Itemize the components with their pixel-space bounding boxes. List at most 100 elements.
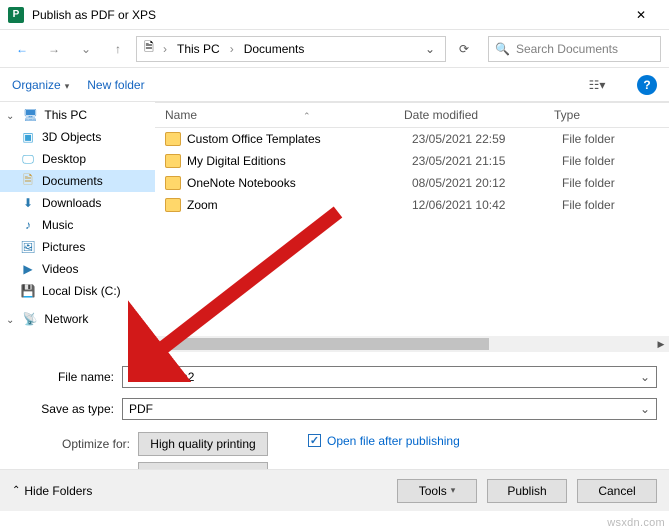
- open-after-checkbox[interactable]: ✓: [308, 434, 321, 447]
- organize-label: Organize: [12, 78, 61, 92]
- network-icon: 📡: [22, 311, 38, 327]
- command-bar: Organize New folder ☷▾ ?: [0, 68, 669, 102]
- save-type-value: PDF: [129, 402, 153, 416]
- tree-label: This PC: [44, 108, 87, 122]
- file-list: Name Date modified Type Custom Office Te…: [155, 102, 669, 352]
- folder-icon: [165, 132, 181, 146]
- file-type: File folder: [562, 154, 615, 168]
- col-name-label: Name: [165, 108, 197, 122]
- pc-icon: 🖥: [22, 107, 38, 123]
- column-name[interactable]: Name: [155, 108, 400, 122]
- file-date: 23/05/2021 22:59: [412, 132, 562, 146]
- tree-label: Music: [42, 218, 73, 232]
- chevron-right-icon: [6, 312, 16, 326]
- scroll-right-icon[interactable]: ▶: [653, 336, 669, 352]
- documents-icon: 🗎: [20, 173, 36, 189]
- watermark: wsxdn.com: [607, 517, 665, 529]
- column-date[interactable]: Date modified: [400, 108, 550, 122]
- tree-music[interactable]: ♪ Music: [0, 214, 155, 236]
- pictures-icon: 🖼: [20, 239, 36, 255]
- save-type-select[interactable]: PDF: [122, 398, 657, 420]
- window-title: Publish as PDF or XPS: [32, 8, 621, 22]
- cube-icon: ▣: [20, 129, 36, 145]
- column-type[interactable]: Type: [550, 108, 669, 122]
- list-item[interactable]: OneNote Notebooks08/05/2021 20:12File fo…: [155, 172, 669, 194]
- tree-downloads[interactable]: ⬇Downloads: [0, 192, 155, 214]
- list-item[interactable]: Custom Office Templates23/05/2021 22:59F…: [155, 128, 669, 150]
- optimize-value-button[interactable]: High quality printing: [138, 432, 268, 456]
- breadcrumb-documents[interactable]: Documents: [240, 40, 309, 58]
- tree-label: Videos: [42, 262, 78, 276]
- close-button[interactable]: ✕: [621, 0, 661, 30]
- chevron-right-icon: [163, 42, 167, 56]
- tree-label: 3D Objects: [42, 130, 101, 144]
- scroll-thumb[interactable]: [171, 338, 489, 350]
- forward-button[interactable]: →: [40, 35, 68, 63]
- tree-label: Pictures: [42, 240, 85, 254]
- tree-pictures[interactable]: 🖼 Pictures: [0, 236, 155, 258]
- publisher-icon: P: [8, 7, 24, 23]
- search-placeholder: Search Documents: [516, 42, 618, 56]
- horizontal-scrollbar[interactable]: ◀ ▶: [155, 336, 669, 352]
- folder-icon: [165, 198, 181, 212]
- address-dropdown[interactable]: ⌄: [419, 42, 441, 56]
- list-item[interactable]: My Digital Editions23/05/2021 21:15File …: [155, 150, 669, 172]
- navigation-tree: 🖥 This PC ▣ 3D Objects 🖵 Desktop 🗎Document…: [0, 102, 155, 352]
- videos-icon: ▶: [20, 261, 36, 277]
- title-bar: P Publish as PDF or XPS ✕: [0, 0, 669, 30]
- save-form: File name: Publication2 Save as type: PD…: [0, 356, 669, 422]
- tree-local-disk[interactable]: 💾Local Disk (C:): [0, 280, 155, 302]
- file-date: 08/05/2021 20:12: [412, 176, 562, 190]
- help-button[interactable]: ?: [637, 75, 657, 95]
- chevron-right-icon: [230, 42, 234, 56]
- folder-icon: 🗎: [141, 41, 157, 57]
- optimize-value: High quality printing: [150, 437, 255, 451]
- tree-this-pc[interactable]: 🖥 This PC: [0, 104, 155, 126]
- back-button[interactable]: ←: [8, 35, 36, 63]
- tree-label: Downloads: [42, 196, 101, 210]
- tree-videos[interactable]: ▶ Videos: [0, 258, 155, 280]
- tree-documents[interactable]: 🗎Documents: [0, 170, 155, 192]
- file-name: My Digital Editions: [187, 154, 412, 168]
- list-item[interactable]: Zoom12/06/2021 10:42File folder: [155, 194, 669, 216]
- tree-desktop[interactable]: 🖵 Desktop: [0, 148, 155, 170]
- desktop-icon: 🖵: [20, 151, 36, 167]
- search-icon: 🔍: [495, 42, 510, 56]
- publish-label: Publish: [507, 484, 546, 498]
- file-name-input[interactable]: Publication2: [122, 366, 657, 388]
- search-input[interactable]: 🔍 Search Documents: [488, 36, 661, 62]
- tools-label: Tools: [419, 484, 447, 498]
- publish-button[interactable]: Publish: [487, 479, 567, 503]
- chevron-down-icon: [6, 108, 16, 122]
- tree-label: Network: [44, 312, 88, 326]
- tree-network[interactable]: 📡 Network: [0, 308, 155, 330]
- music-icon: ♪: [20, 217, 36, 233]
- organize-button[interactable]: Organize: [12, 78, 69, 92]
- tools-button[interactable]: Tools: [397, 479, 477, 503]
- tree-3d-objects[interactable]: ▣ 3D Objects: [0, 126, 155, 148]
- breadcrumb-this-pc[interactable]: This PC: [173, 40, 224, 58]
- refresh-button[interactable]: ⟳: [450, 36, 478, 62]
- file-name: Custom Office Templates: [187, 132, 412, 146]
- new-folder-button[interactable]: New folder: [87, 78, 144, 92]
- folder-icon: [165, 154, 181, 168]
- file-type: File folder: [562, 198, 615, 212]
- view-options-button[interactable]: ☷▾: [583, 73, 611, 97]
- hide-folders-button[interactable]: Hide Folders: [12, 484, 92, 498]
- open-after-label[interactable]: Open file after publishing: [327, 434, 460, 448]
- tree-label: Desktop: [42, 152, 86, 166]
- file-date: 23/05/2021 21:15: [412, 154, 562, 168]
- scroll-left-icon[interactable]: ◀: [155, 336, 171, 352]
- recent-locations-button[interactable]: ⌄: [72, 35, 100, 63]
- file-name: OneNote Notebooks: [187, 176, 412, 190]
- tree-label: Local Disk (C:): [42, 284, 121, 298]
- column-headers: Name Date modified Type: [155, 102, 669, 128]
- scroll-track[interactable]: [171, 336, 653, 352]
- file-name-value: Publication2: [129, 370, 194, 384]
- up-button[interactable]: ↑: [104, 35, 132, 63]
- folder-icon: [165, 176, 181, 190]
- file-name-label: File name:: [12, 370, 122, 384]
- cancel-button[interactable]: Cancel: [577, 479, 657, 503]
- file-date: 12/06/2021 10:42: [412, 198, 562, 212]
- address-bar[interactable]: 🗎 This PC Documents ⌄: [136, 36, 446, 62]
